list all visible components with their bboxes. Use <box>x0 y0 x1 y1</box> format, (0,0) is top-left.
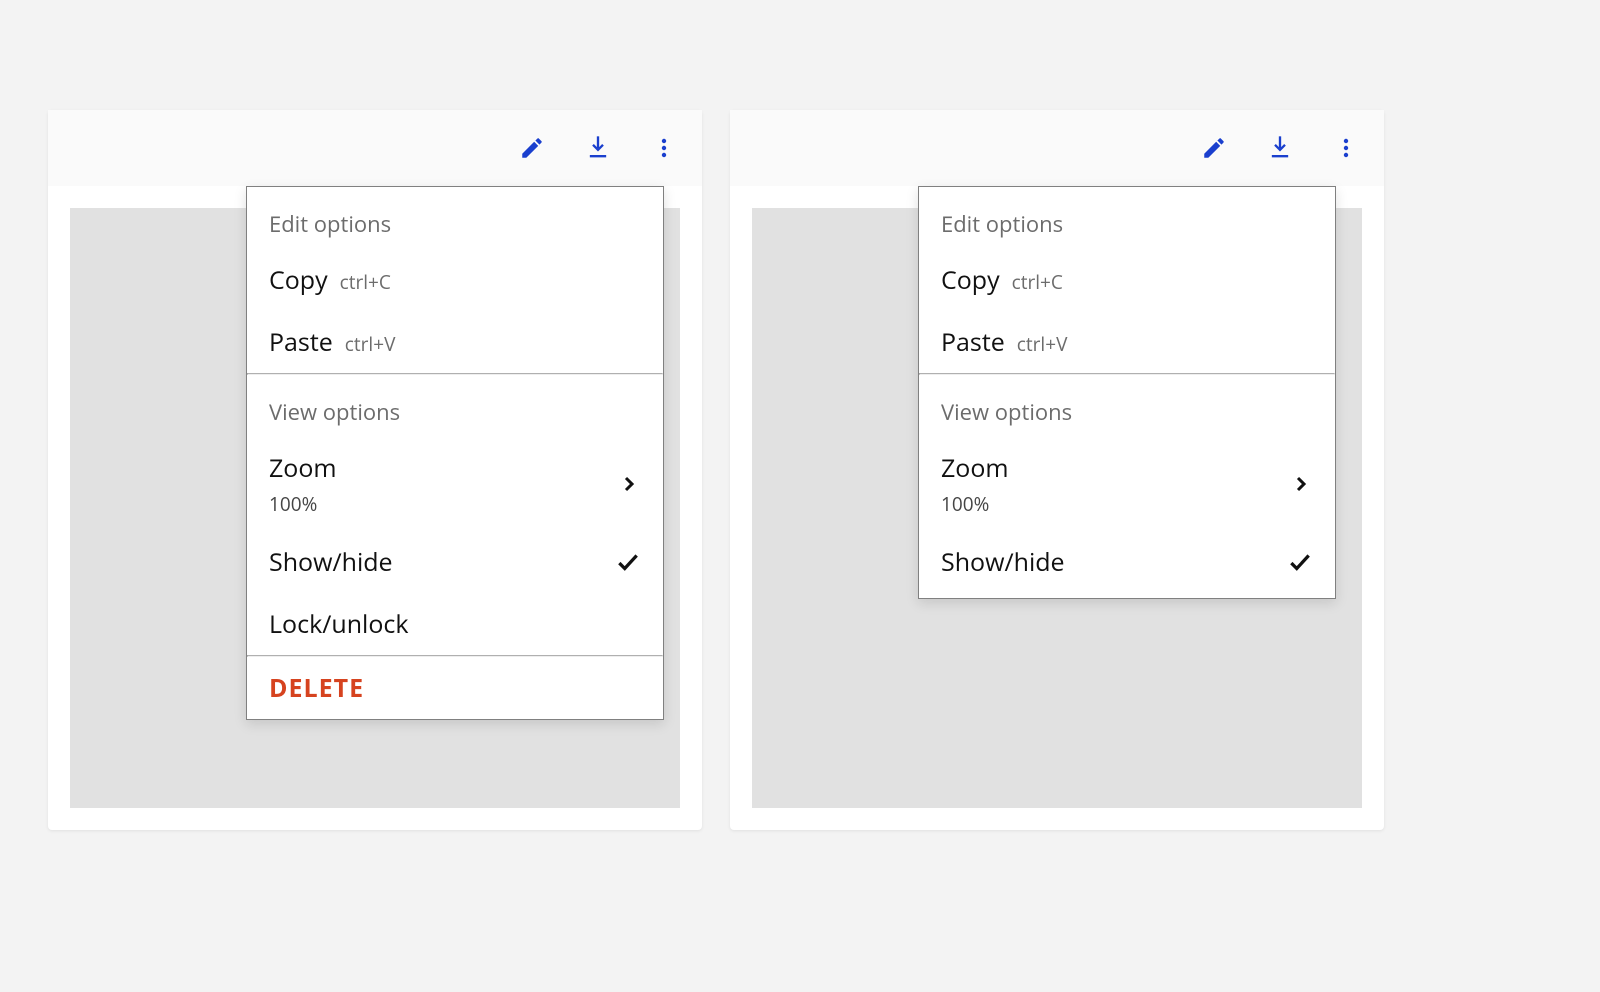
menu-item-label: Lock/unlock <box>269 607 409 641</box>
menu-item-secondary: 100% <box>941 491 1009 517</box>
toolbar <box>730 110 1384 186</box>
menu-item-secondary: 100% <box>269 491 337 517</box>
edit-icon <box>519 135 545 161</box>
menu-item-label: Paste <box>941 325 1005 359</box>
menu-item-label: Copy <box>941 263 1000 297</box>
edit-button[interactable] <box>1196 130 1232 166</box>
menu-group-header: View options <box>247 375 663 437</box>
menu-item-label: DELETE <box>269 671 364 705</box>
download-icon <box>1266 134 1294 162</box>
check-icon <box>1287 549 1313 575</box>
overflow-menu-constrained: Edit options Copy ctrl+C Paste ctrl+V Vi… <box>918 186 1336 599</box>
menu-item-shortcut: ctrl+V <box>345 331 396 357</box>
menu-scroll-region[interactable]: Edit options Copy ctrl+C Paste ctrl+V Vi… <box>919 187 1335 598</box>
menu-item-paste[interactable]: Paste ctrl+V <box>247 311 663 373</box>
menu-item-label: Zoom <box>941 451 1009 485</box>
menu-item-lock-unlock[interactable]: Lock/unlock <box>247 593 663 655</box>
menu-item-copy[interactable]: Copy ctrl+C <box>919 249 1335 311</box>
chevron-right-icon <box>617 472 641 496</box>
edit-icon <box>1201 135 1227 161</box>
menu-item-shortcut: ctrl+C <box>340 269 391 295</box>
menu-item-copy[interactable]: Copy ctrl+C <box>247 249 663 311</box>
menu-item-label: Show/hide <box>941 545 1065 579</box>
menu-item-shortcut: ctrl+V <box>1017 331 1068 357</box>
menu-item-show-hide[interactable]: Show/hide <box>247 531 663 593</box>
edit-button[interactable] <box>514 130 550 166</box>
more-button[interactable] <box>1328 130 1364 166</box>
menu-item-label: Zoom <box>269 451 337 485</box>
overflow-menu: Edit options Copy ctrl+C Paste ctrl+V Vi… <box>246 186 664 720</box>
check-icon <box>615 549 641 575</box>
chevron-right-icon <box>1289 472 1313 496</box>
menu-item-shortcut: ctrl+C <box>1012 269 1063 295</box>
menu-item-zoom[interactable]: Zoom 100% <box>919 437 1335 531</box>
more-button[interactable] <box>646 130 682 166</box>
menu-item-label: Show/hide <box>269 545 393 579</box>
menu-item-lock-unlock[interactable]: Lock/unlock <box>919 593 1335 598</box>
menu-item-label: Paste <box>269 325 333 359</box>
download-icon <box>584 134 612 162</box>
menu-item-delete[interactable]: DELETE <box>247 657 663 719</box>
menu-group-header: View options <box>919 375 1335 437</box>
menu-group-header: Edit options <box>247 187 663 249</box>
menu-item-label: Copy <box>269 263 328 297</box>
download-button[interactable] <box>1262 130 1298 166</box>
menu-group-header: Edit options <box>919 187 1335 249</box>
more-vert-icon <box>652 136 676 160</box>
menu-item-paste[interactable]: Paste ctrl+V <box>919 311 1335 373</box>
menu-item-zoom[interactable]: Zoom 100% <box>247 437 663 531</box>
menu-item-show-hide[interactable]: Show/hide <box>919 531 1335 593</box>
toolbar <box>48 110 702 186</box>
download-button[interactable] <box>580 130 616 166</box>
more-vert-icon <box>1334 136 1358 160</box>
